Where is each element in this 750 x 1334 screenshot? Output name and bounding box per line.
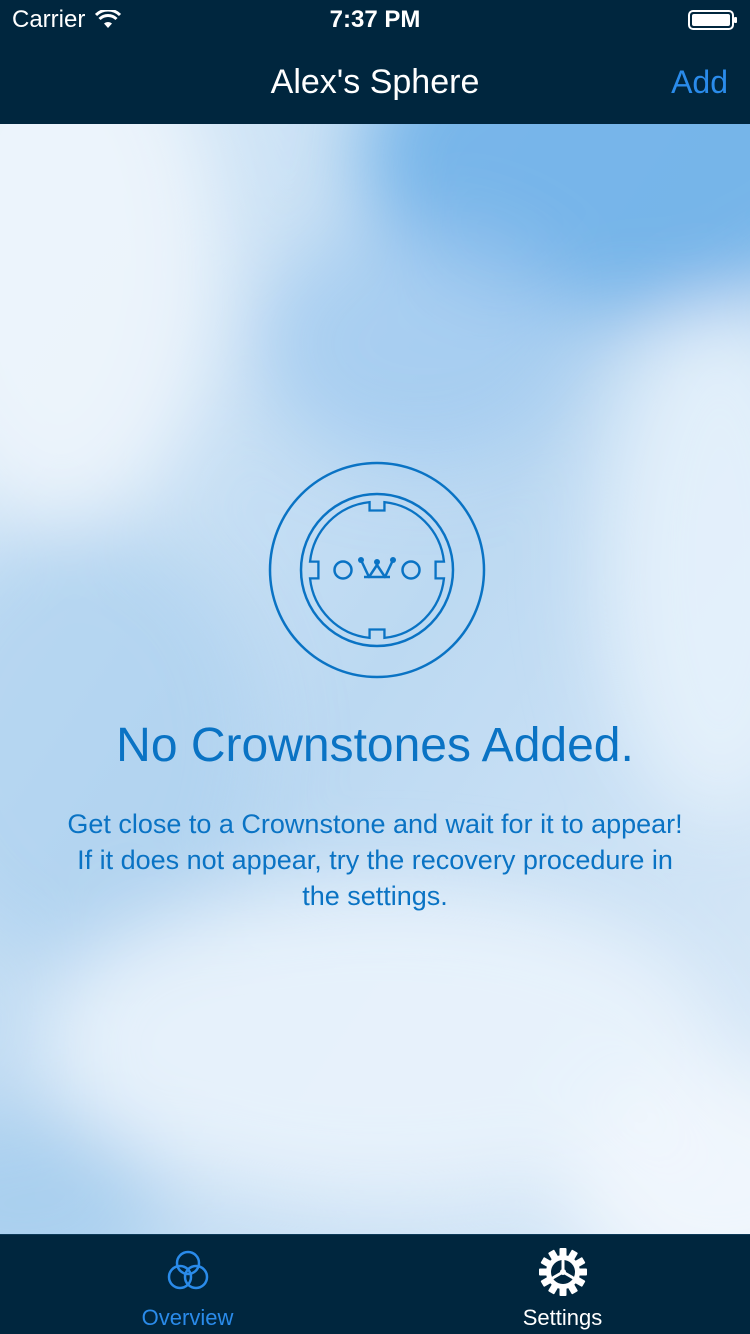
navigation-bar: Alex's Sphere Add (0, 40, 750, 124)
overview-circles-icon (167, 1250, 209, 1290)
tab-bar: Overview Settings (0, 1234, 750, 1334)
empty-state-message: Get close to a Crownstone and wait for i… (67, 809, 683, 911)
battery-icon (688, 10, 737, 30)
tab-overview-label: Overview (141, 1305, 234, 1330)
background-pattern (0, 124, 750, 1234)
tab-settings[interactable]: Settings (375, 1235, 750, 1334)
status-bar: Carrier 7:37 PM (0, 0, 750, 40)
add-button[interactable]: Add (671, 40, 728, 124)
empty-state-title: No Crownstones Added. (116, 719, 634, 772)
crownstone-plug-icon (268, 461, 486, 679)
tab-overview[interactable]: Overview (0, 1235, 375, 1334)
page-title: Alex's Sphere (270, 63, 480, 101)
main-content: No Crownstones Added. Get close to a Cro… (0, 124, 750, 1234)
tab-settings-label: Settings (522, 1305, 603, 1330)
app-root: Carrier 7:37 PM Alex's Sphere Add No Cro… (0, 0, 750, 1334)
gear-icon (539, 1248, 587, 1296)
clock: 7:37 PM (329, 6, 421, 33)
